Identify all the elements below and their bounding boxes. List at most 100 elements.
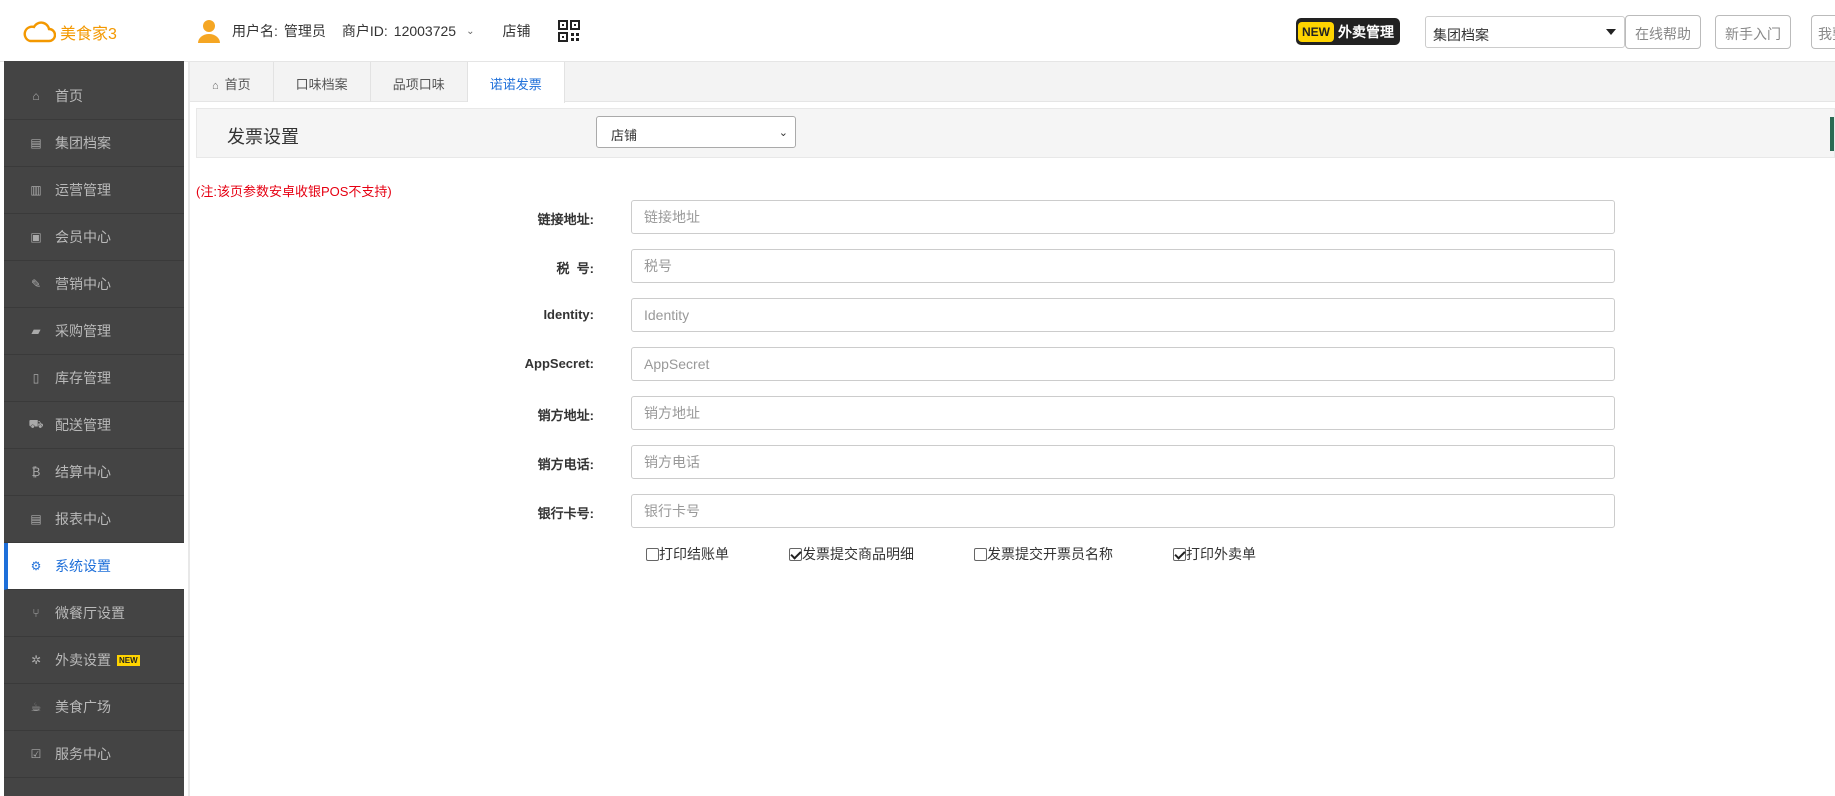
checkbox-label: 打印外卖单: [1186, 546, 1256, 562]
form-row: AppSecret:: [400, 347, 1620, 381]
brand-logo[interactable]: 美食家3: [22, 20, 117, 44]
sidebar-item[interactable]: ▯ 库存管理: [4, 355, 184, 402]
sidebar-item-label: 微餐厅设置: [55, 605, 125, 621]
tab-label: 口味档案: [295, 77, 348, 92]
cloud-icon: [23, 21, 56, 43]
field-input[interactable]: [631, 347, 1615, 381]
cutlery-icon: ⑂: [32, 606, 40, 620]
user-avatar-icon: [198, 20, 220, 43]
sidebar-item[interactable]: ⚙ 系统设置: [4, 543, 184, 590]
page-header: 发票设置 店铺 ⌄: [196, 108, 1835, 158]
checkbox-option[interactable]: 打印结账单: [646, 544, 729, 564]
field-input[interactable]: [631, 396, 1615, 430]
user-value: 管理员: [283, 23, 326, 39]
group-select[interactable]: 集团档案: [1425, 16, 1625, 48]
tab-label: 首页: [224, 77, 251, 92]
merchant-label: 商户ID:: [341, 23, 388, 39]
checkbox-label: 发票提交商品明细: [802, 546, 914, 562]
store-link[interactable]: 店铺: [502, 21, 530, 41]
tab-nuonuo-invoice[interactable]: 诺诺发票: [467, 62, 565, 103]
checkbox-option[interactable]: 发票提交开票员名称: [974, 544, 1113, 564]
checkbox-label: 打印结账单: [659, 546, 729, 562]
sidebar-item-label: 运营管理: [55, 182, 111, 198]
sidebar-item[interactable]: ▣ 会员中心: [4, 214, 184, 261]
sidebar-item-label: 库存管理: [55, 370, 111, 386]
sidebar-item-label: 结算中心: [55, 464, 111, 480]
field-input[interactable]: [631, 249, 1615, 283]
store-select[interactable]: 店铺 ⌄: [596, 116, 796, 148]
bitcoin-icon: ₿: [31, 465, 41, 479]
merchant-id[interactable]: 12003725: [394, 23, 456, 39]
sidebar-item[interactable]: ☕ 美食广场: [4, 684, 184, 731]
id-card-icon: ▣: [30, 230, 42, 244]
sidebar-item[interactable]: ⌂ 首页: [4, 73, 184, 120]
tab-taste-archive[interactable]: 口味档案: [274, 62, 371, 102]
edge-button[interactable]: [1830, 117, 1834, 151]
sidebar-item[interactable]: ✲ 外卖设置 NEW: [4, 637, 184, 684]
form-row: 销方地址:: [400, 396, 1620, 430]
page-title: 发票设置: [227, 127, 299, 147]
sidebar-item[interactable]: ⑂ 微餐厅设置: [4, 590, 184, 637]
checkbox[interactable]: [1173, 547, 1186, 561]
form-row: Identity:: [400, 298, 1620, 332]
sidebar-item[interactable]: ▤ 报表中心: [4, 496, 184, 543]
sidebar-item[interactable]: ▥ 运营管理: [4, 167, 184, 214]
sidebar-item-label: 服务中心: [55, 746, 111, 762]
sidebar-item-label: 采购管理: [55, 323, 111, 339]
report-icon: ▤: [30, 512, 42, 526]
checkbox[interactable]: [974, 547, 987, 561]
user-label: 用户名:: [232, 23, 278, 39]
chevron-down-icon[interactable]: ⌄: [466, 26, 474, 37]
qr-code-icon[interactable]: [558, 20, 581, 42]
sidebar-item-label: 首页: [55, 88, 83, 104]
checkbox[interactable]: [789, 547, 802, 561]
new-badge: NEW: [1298, 21, 1334, 42]
sidebar-item[interactable]: ⛟ 配送管理: [4, 402, 184, 449]
caret-down-icon: [1606, 29, 1616, 35]
field-input[interactable]: [631, 200, 1615, 234]
field-input[interactable]: [631, 298, 1615, 332]
bar-chart-icon: ▥: [30, 183, 42, 197]
sidebar-item-label: 会员中心: [55, 229, 111, 245]
checkbox-option[interactable]: 打印外卖单: [1173, 544, 1256, 564]
checkbox-option[interactable]: 发票提交商品明细: [789, 544, 914, 564]
sidebar-item[interactable]: ✎ 营销中心: [4, 261, 184, 308]
field-label: 链接地址:: [537, 212, 594, 227]
field-input[interactable]: [631, 445, 1615, 479]
newbie-guide-button[interactable]: 新手入门: [1715, 15, 1791, 49]
new-badge: NEW: [117, 654, 140, 666]
field-label: 销方地址:: [537, 408, 594, 423]
cut-off-button[interactable]: 我要: [1811, 15, 1835, 49]
online-help-button[interactable]: 在线帮助: [1625, 15, 1701, 49]
sidebar-item[interactable]: ₿ 结算中心: [4, 449, 184, 496]
tab-bar: ⌂ 首页 口味档案 品项口味 诺诺发票: [190, 62, 1835, 103]
checkbox-icon: ☑: [30, 747, 42, 761]
sidebar-item-label: 系统设置: [55, 558, 111, 574]
tab-item-taste[interactable]: 品项口味: [371, 62, 468, 102]
divider: [188, 62, 190, 796]
sidebar-item-label: 报表中心: [55, 511, 111, 527]
field-label: AppSecret:: [524, 356, 594, 371]
sidebar-item[interactable]: ▤ 集团档案: [4, 120, 184, 167]
tab-home[interactable]: ⌂ 首页: [190, 62, 274, 102]
edit-icon: ✎: [30, 277, 42, 291]
form-row: 链接地址:: [400, 200, 1620, 234]
warning-note: (注:该页参数安卓收银POS不支持): [196, 184, 392, 199]
field-label: 税 号:: [556, 261, 594, 276]
sidebar-item-label: 外卖设置: [55, 652, 111, 668]
takeout-management-button[interactable]: NEW 外卖管理: [1296, 18, 1400, 45]
sidebar-item-label: 营销中心: [55, 276, 111, 292]
sidebar-item[interactable]: ▰ 采购管理: [4, 308, 184, 355]
sidebar-item[interactable]: ☑ 服务中心: [4, 731, 184, 778]
tab-label: 诺诺发票: [489, 77, 542, 92]
checkbox[interactable]: [646, 547, 659, 561]
home-icon: ⌂: [212, 80, 219, 92]
home-icon: ⌂: [32, 89, 40, 103]
file-icon: ▤: [30, 136, 42, 150]
field-label: 销方电话:: [537, 457, 594, 472]
top-bar: 美食家3 用户名: 管理员 商户ID: 12003725 ⌄ 店铺 NEW 外卖…: [0, 0, 1835, 62]
field-input[interactable]: [631, 494, 1615, 528]
user-info: 用户名: 管理员 商户ID: 12003725 ⌄ 店铺: [196, 18, 581, 44]
coffee-icon: ☕: [30, 700, 42, 714]
field-label: Identity:: [543, 307, 594, 322]
